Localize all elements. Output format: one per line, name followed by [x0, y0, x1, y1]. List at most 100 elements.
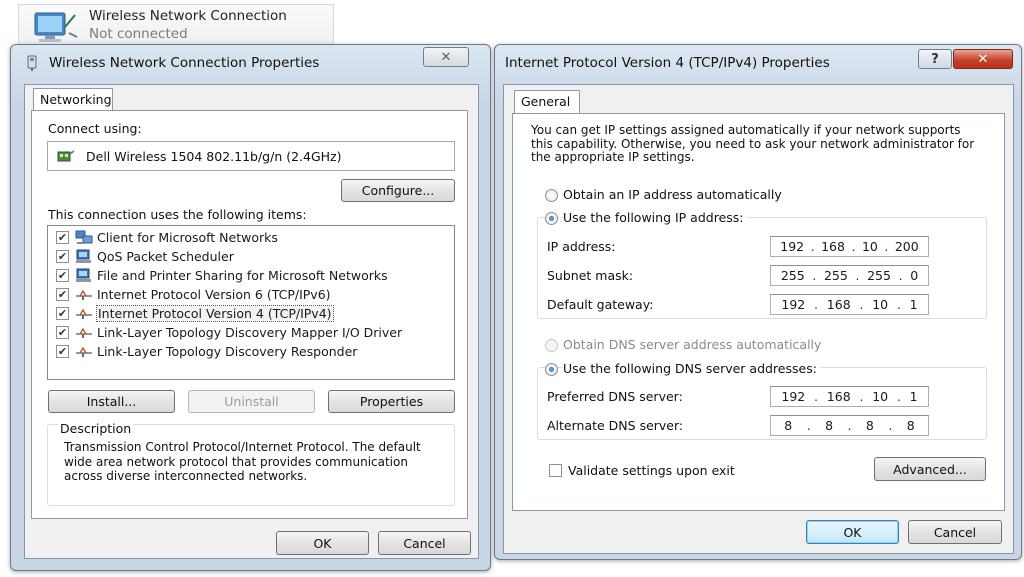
help-button[interactable]: ? [918, 49, 952, 69]
ip-octet[interactable]: 10 [872, 297, 888, 312]
use-following-ip-radio[interactable] [545, 212, 558, 225]
ip-octet[interactable]: 168 [821, 239, 845, 254]
list-item-label: Client for Microsoft Networks [97, 230, 278, 245]
ip-separator: . [898, 268, 903, 283]
ip-octet[interactable]: 1 [910, 389, 918, 404]
right-window-close-button[interactable]: ✕ [953, 49, 1013, 69]
ip-octet[interactable]: 0 [910, 268, 918, 283]
item-checkbox[interactable]: ✔ [56, 326, 69, 339]
item-checkbox[interactable]: ✔ [56, 250, 69, 263]
ip-separator: . [847, 418, 852, 433]
protocol-icon [75, 306, 93, 321]
ip-separator: . [884, 239, 889, 254]
ip-octet[interactable]: 8 [866, 418, 874, 433]
list-item[interactable]: ✔ Link-Layer Topology Discovery Mapper I/… [56, 323, 402, 342]
ip-octet[interactable]: 255 [781, 268, 805, 283]
ip-octet[interactable]: 8 [825, 418, 833, 433]
install-button[interactable]: Install... [48, 390, 175, 413]
help-icon: ? [931, 51, 939, 67]
network-adapter-small-icon [57, 150, 75, 162]
properties-button[interactable]: Properties [328, 390, 455, 413]
ip-separator: . [814, 389, 819, 404]
list-item[interactable]: ✔ Client for Microsoft Networks [56, 228, 278, 247]
connect-using-label: Connect using: [48, 121, 142, 136]
list-item[interactable]: ✔ Internet Protocol Version 4 (TCP/IPv4) [56, 304, 334, 323]
wireless-network-icon [34, 12, 78, 42]
item-checkbox[interactable]: ✔ [56, 288, 69, 301]
default-gateway-input[interactable]: 192. 168. 10. 1 [770, 294, 929, 315]
obtain-ip-auto-label[interactable]: Obtain an IP address automatically [563, 187, 782, 202]
ip-address-label: IP address: [547, 239, 616, 254]
ip-octet[interactable]: 10 [862, 239, 878, 254]
ip-separator: . [814, 297, 819, 312]
preferred-dns-label: Preferred DNS server: [547, 389, 683, 404]
left-window-client: Networking Connect using: Dell Wireless … [24, 84, 479, 559]
list-item-label: Internet Protocol Version 4 (TCP/IPv4) [96, 305, 334, 322]
tab-general[interactable]: General [514, 90, 580, 113]
validate-checkbox[interactable] [549, 464, 562, 477]
item-checkbox[interactable]: ✔ [56, 307, 69, 320]
preferred-dns-input[interactable]: 192. 168. 10. 1 [770, 386, 929, 407]
validate-label[interactable]: Validate settings upon exit [568, 463, 735, 478]
item-checkbox[interactable]: ✔ [56, 269, 69, 282]
description-label: Description [58, 421, 134, 436]
obtain-dns-auto-label[interactable]: Obtain DNS server address automatically [563, 337, 821, 352]
list-item[interactable]: ✔ Link-Layer Topology Discovery Responder [56, 342, 357, 361]
ip-octet[interactable]: 200 [895, 239, 919, 254]
alternate-dns-input[interactable]: 8. 8. 8. 8 [770, 415, 929, 436]
left-cancel-button[interactable]: Cancel [378, 531, 471, 555]
ip-address-input[interactable]: 192. 168. 10. 200 [770, 236, 929, 257]
alternate-dns-label: Alternate DNS server: [547, 418, 684, 433]
uninstall-button[interactable]: Uninstall [188, 390, 315, 413]
left-window-close-button[interactable]: ✕ [423, 47, 469, 67]
obtain-dns-auto-radio[interactable] [545, 339, 558, 352]
components-list[interactable]: ✔ Client for Microsoft Networks ✔ QoS Packe… [47, 225, 455, 380]
list-item[interactable]: ✔ File and Printer Sharing for Microsoft … [56, 266, 388, 285]
use-following-dns-radio[interactable] [545, 363, 558, 376]
description-text: Transmission Control Protocol/Internet P… [64, 440, 421, 483]
ip-octet[interactable]: 192 [781, 389, 805, 404]
ip-octet[interactable]: 192 [781, 297, 805, 312]
right-window-client: General You can get IP settings assigned… [503, 84, 1014, 554]
list-item[interactable]: ✔ Internet Protocol Version 6 (TCP/IPv6) [56, 285, 331, 304]
ip-octet[interactable]: 168 [827, 389, 851, 404]
tab-networking-label: Networking [40, 92, 112, 107]
list-item-label: File and Printer Sharing for Microsoft N… [97, 268, 388, 283]
list-item[interactable]: ✔ QoS Packet Scheduler [56, 247, 234, 266]
ip-separator: . [855, 268, 860, 283]
configure-button[interactable]: Configure... [341, 179, 455, 202]
connection-tile[interactable]: Wireless Network Connection Not connecte… [18, 4, 334, 44]
advanced-button[interactable]: Advanced... [874, 457, 986, 481]
ip-octet[interactable]: 8 [907, 418, 915, 433]
ip-octet[interactable]: 1 [910, 297, 918, 312]
left-ok-button[interactable]: OK [276, 531, 369, 555]
ip-separator: . [896, 297, 901, 312]
item-checkbox[interactable]: ✔ [56, 231, 69, 244]
right-window-titlebar[interactable]: Internet Protocol Version 4 (TCP/IPv4) P… [495, 45, 1021, 81]
right-cancel-button[interactable]: Cancel [908, 520, 1002, 544]
right-ok-button[interactable]: OK [806, 520, 899, 544]
use-following-ip-label[interactable]: Use the following IP address: [563, 210, 747, 225]
obtain-ip-auto-radio[interactable] [545, 189, 558, 202]
connection-name: Wireless Network Connection [89, 8, 287, 24]
right-window-title: Internet Protocol Version 4 (TCP/IPv4) P… [505, 55, 830, 71]
ip-octet[interactable]: 168 [827, 297, 851, 312]
use-following-dns-label[interactable]: Use the following DNS server addresses: [563, 361, 820, 376]
ip-separator: . [806, 418, 811, 433]
ip-octet[interactable]: 192 [780, 239, 804, 254]
tab-networking[interactable]: Networking [33, 88, 113, 111]
networking-tab-panel: Connect using: Dell Wireless 1504 802.11… [31, 110, 468, 519]
adapter-field: Dell Wireless 1504 802.11b/g/n (2.4GHz) [47, 141, 455, 171]
item-checkbox[interactable]: ✔ [56, 345, 69, 358]
general-tab-panel: You can get IP settings assigned automat… [512, 113, 1005, 511]
ip-octet[interactable]: 10 [872, 389, 888, 404]
ip-octet[interactable]: 8 [784, 418, 792, 433]
list-item-label: Link-Layer Topology Discovery Mapper I/O… [97, 325, 403, 340]
subnet-mask-input[interactable]: 255. 255. 255. 0 [770, 265, 929, 286]
left-window-titlebar[interactable]: Wireless Network Connection Properties ✕ [11, 45, 490, 81]
ip-octet[interactable]: 255 [867, 268, 891, 283]
ipv4-properties-window: Internet Protocol Version 4 (TCP/IPv4) P… [494, 44, 1022, 560]
subnet-mask-label: Subnet mask: [547, 268, 634, 283]
wireless-connection-properties-window: Wireless Network Connection Properties ✕… [10, 44, 491, 571]
ip-octet[interactable]: 255 [824, 268, 848, 283]
